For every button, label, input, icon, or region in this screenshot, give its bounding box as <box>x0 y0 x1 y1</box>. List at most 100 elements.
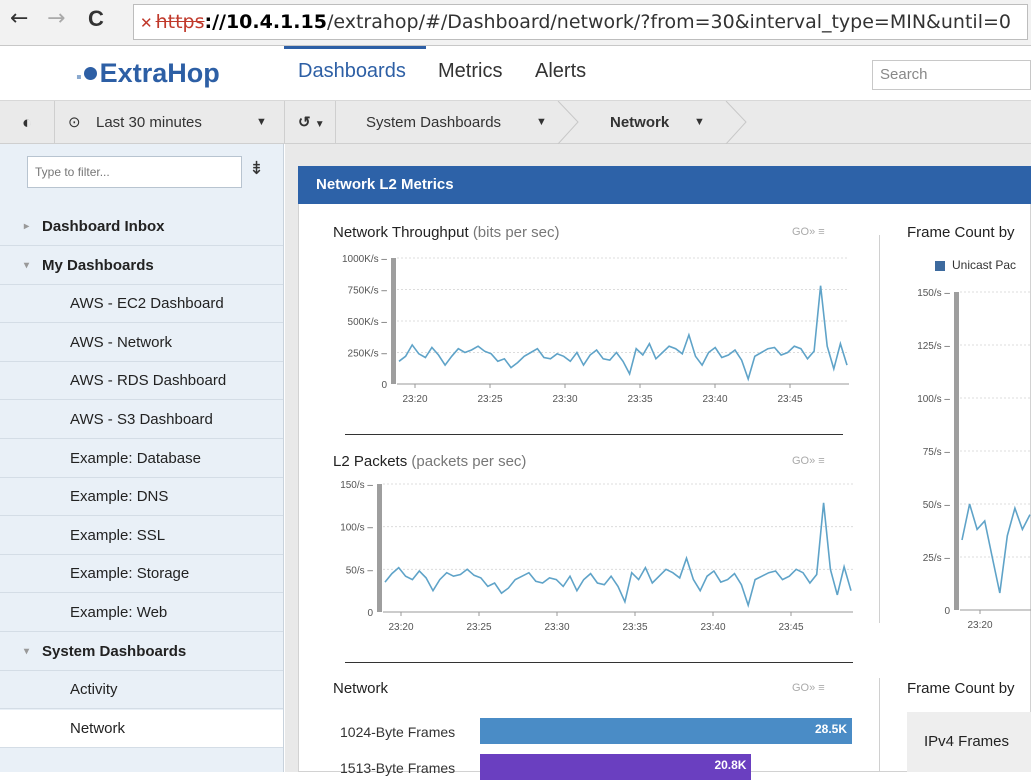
time-range-selector[interactable]: Last 30 minutes <box>96 101 202 144</box>
sidebar-item-label: Example: DNS <box>70 488 169 506</box>
time-range-dropdown-icon[interactable]: ▼ <box>256 101 267 144</box>
clock-icon: ⊙ <box>68 114 81 131</box>
x-tick-label: 23:45 <box>777 394 802 405</box>
y-tick-label: 150/s – <box>917 288 950 299</box>
insecure-icon: ✕ <box>140 14 153 32</box>
sidebar: Type to filter... ⇟ ▸ Dashboard Inbox ▾ My … <box>0 144 284 772</box>
y-tick-label: 1000K/s – <box>342 254 387 265</box>
legend-label: Unicast Pac <box>952 258 1017 272</box>
legend-swatch <box>935 261 945 271</box>
sidebar-item-label: Network <box>70 719 126 737</box>
sidebar-item[interactable]: Example: DNS <box>0 478 283 517</box>
x-tick-label: 23:35 <box>627 394 652 405</box>
sidebar-item-label: Dashboard Inbox <box>42 218 165 235</box>
sidebar-item-label: Example: Database <box>70 449 201 467</box>
table-row[interactable]: IPv4 Frames <box>907 712 1031 772</box>
sidebar-filter-input[interactable]: Type to filter... <box>27 156 242 188</box>
nav-metrics[interactable]: Metrics <box>438 60 502 83</box>
sidebar-section[interactable]: ▸ Dashboard Inbox <box>0 208 283 246</box>
y-tick-label: 100/s – <box>917 394 950 405</box>
y-tick-label: 750K/s – <box>348 286 388 297</box>
frame-count-chart: 150/s – 125/s – 100/s – 75/s – 50/s – 25/s – 0… <box>917 288 1031 631</box>
x-tick-label: 23:25 <box>466 622 491 633</box>
sidebar-item[interactable]: Example: Database <box>0 440 283 478</box>
series-line <box>961 503 1031 594</box>
sidebar-item[interactable]: Activity <box>0 671 283 710</box>
x-tick-label: 23:20 <box>967 620 992 631</box>
sidebar-item[interactable]: Example: SSL <box>0 517 283 555</box>
chart-divider <box>345 662 853 663</box>
x-tick-label: 23:30 <box>544 622 569 633</box>
bar[interactable]: 28.5K <box>480 718 852 744</box>
url-host: ://10.4.1.15 <box>204 11 327 33</box>
bar[interactable]: 20.8K <box>480 754 752 780</box>
back-icon[interactable]: ← <box>10 6 28 31</box>
sidebar-item[interactable]: AWS - S3 Dashboard <box>0 401 283 439</box>
dashboard-toolbar: ◐ ⊙ Last 30 minutes ▼ ↺ ▼ System Dashboa… <box>0 101 1031 144</box>
x-tick-label: 23:20 <box>388 622 413 633</box>
logo-mark-icon: ▪ <box>76 69 82 86</box>
chart-tools-throughput[interactable]: GO» ≡ <box>792 226 825 238</box>
sidebar-item[interactable]: Network <box>0 709 283 748</box>
sidebar-item-label: Example: Storage <box>70 565 190 583</box>
breadcrumb-chevron-icon <box>725 101 747 144</box>
toolbar-divider <box>335 101 336 144</box>
y-tick-label: 100/s – <box>340 523 373 534</box>
chart-title-l2packets: L2 Packets (packets per sec) <box>333 453 527 470</box>
sort-icon[interactable]: ⇟ <box>249 158 264 179</box>
x-tick-label: 23:40 <box>700 622 725 633</box>
url-path: /extrahop/#/Dashboard/network/?from=30&i… <box>326 11 1011 33</box>
y-tick-label: 25/s – <box>923 553 951 564</box>
y-tick-label: 150/s – <box>340 480 373 491</box>
sidebar-item[interactable]: Example: Storage <box>0 555 283 594</box>
y-tick-label: 0 <box>367 608 373 619</box>
sidebar-section[interactable]: ▾ My Dashboards <box>0 247 283 285</box>
sidebar-item-label: AWS - S3 Dashboard <box>70 411 213 428</box>
chevron-down-icon[interactable]: ▾ <box>24 633 29 671</box>
bar-value-label: 28.5K <box>814 722 847 736</box>
y-tick-label: 0 <box>381 380 387 391</box>
nav-dashboards[interactable]: Dashboards <box>298 60 406 83</box>
x-tick-label: 23:20 <box>402 394 427 405</box>
sidebar-item[interactable]: AWS - EC2 Dashboard <box>0 285 283 324</box>
forward-icon[interactable]: → <box>47 6 65 31</box>
sidebar-toggle-icon[interactable]: ◐ <box>22 101 32 144</box>
chevron-down-icon[interactable]: ▼ <box>536 101 547 144</box>
sidebar-item-label: AWS - RDS Dashboard <box>70 372 227 390</box>
y-axis-bar <box>954 292 959 610</box>
y-tick-label: 250K/s – <box>348 349 388 360</box>
series-line <box>398 285 848 382</box>
chevron-down-icon[interactable]: ▼ <box>694 101 705 144</box>
extrahop-logo[interactable]: ▪ ExtraHop <box>76 58 220 89</box>
x-tick-label: 23:30 <box>552 394 577 405</box>
sidebar-section[interactable]: ▾ System Dashboards <box>0 633 283 671</box>
column-divider <box>879 678 880 772</box>
bar-label: 1024-Byte Frames <box>340 724 456 740</box>
y-tick-label: 50/s – <box>923 500 951 511</box>
sidebar-item[interactable]: Example: Web <box>0 594 283 632</box>
search-input[interactable]: Search <box>872 60 1031 90</box>
bar-value-label: 20.8K <box>714 758 747 772</box>
chart-title-throughput: Network Throughput (bits per sec) <box>333 224 560 241</box>
breadcrumb-system-dashboards[interactable]: System Dashboards <box>366 101 501 144</box>
x-tick-label: 23:25 <box>477 394 502 405</box>
nav-alerts[interactable]: Alerts <box>535 60 586 83</box>
chart-title-frame-count-2: Frame Count by <box>907 680 1015 697</box>
toolbar-divider <box>54 101 55 144</box>
chevron-right-icon[interactable]: ▸ <box>24 208 29 246</box>
sidebar-item-label: Activity <box>70 681 118 699</box>
chart-tools-network[interactable]: GO» ≡ <box>792 682 825 694</box>
logo-text: ExtraHop <box>99 58 220 88</box>
history-icon[interactable]: ↺ ▼ <box>298 101 325 144</box>
reload-icon[interactable]: C <box>88 6 104 32</box>
sidebar-item[interactable]: AWS - Network <box>0 324 283 362</box>
bar-label: 1513-Byte Frames <box>340 760 456 776</box>
address-bar[interactable]: ✕ https://10.4.1.15/extrahop/#/Dashboard/… <box>133 4 1028 40</box>
sidebar-item-label: AWS - Network <box>70 333 172 351</box>
chart-tools-l2packets[interactable]: GO» ≡ <box>792 455 825 467</box>
y-tick-label: 500K/s – <box>348 317 388 328</box>
chevron-down-icon[interactable]: ▾ <box>24 247 29 285</box>
y-tick-label: 0 <box>944 606 950 617</box>
sidebar-item[interactable]: AWS - RDS Dashboard <box>0 362 283 401</box>
breadcrumb-network[interactable]: Network <box>610 101 669 144</box>
